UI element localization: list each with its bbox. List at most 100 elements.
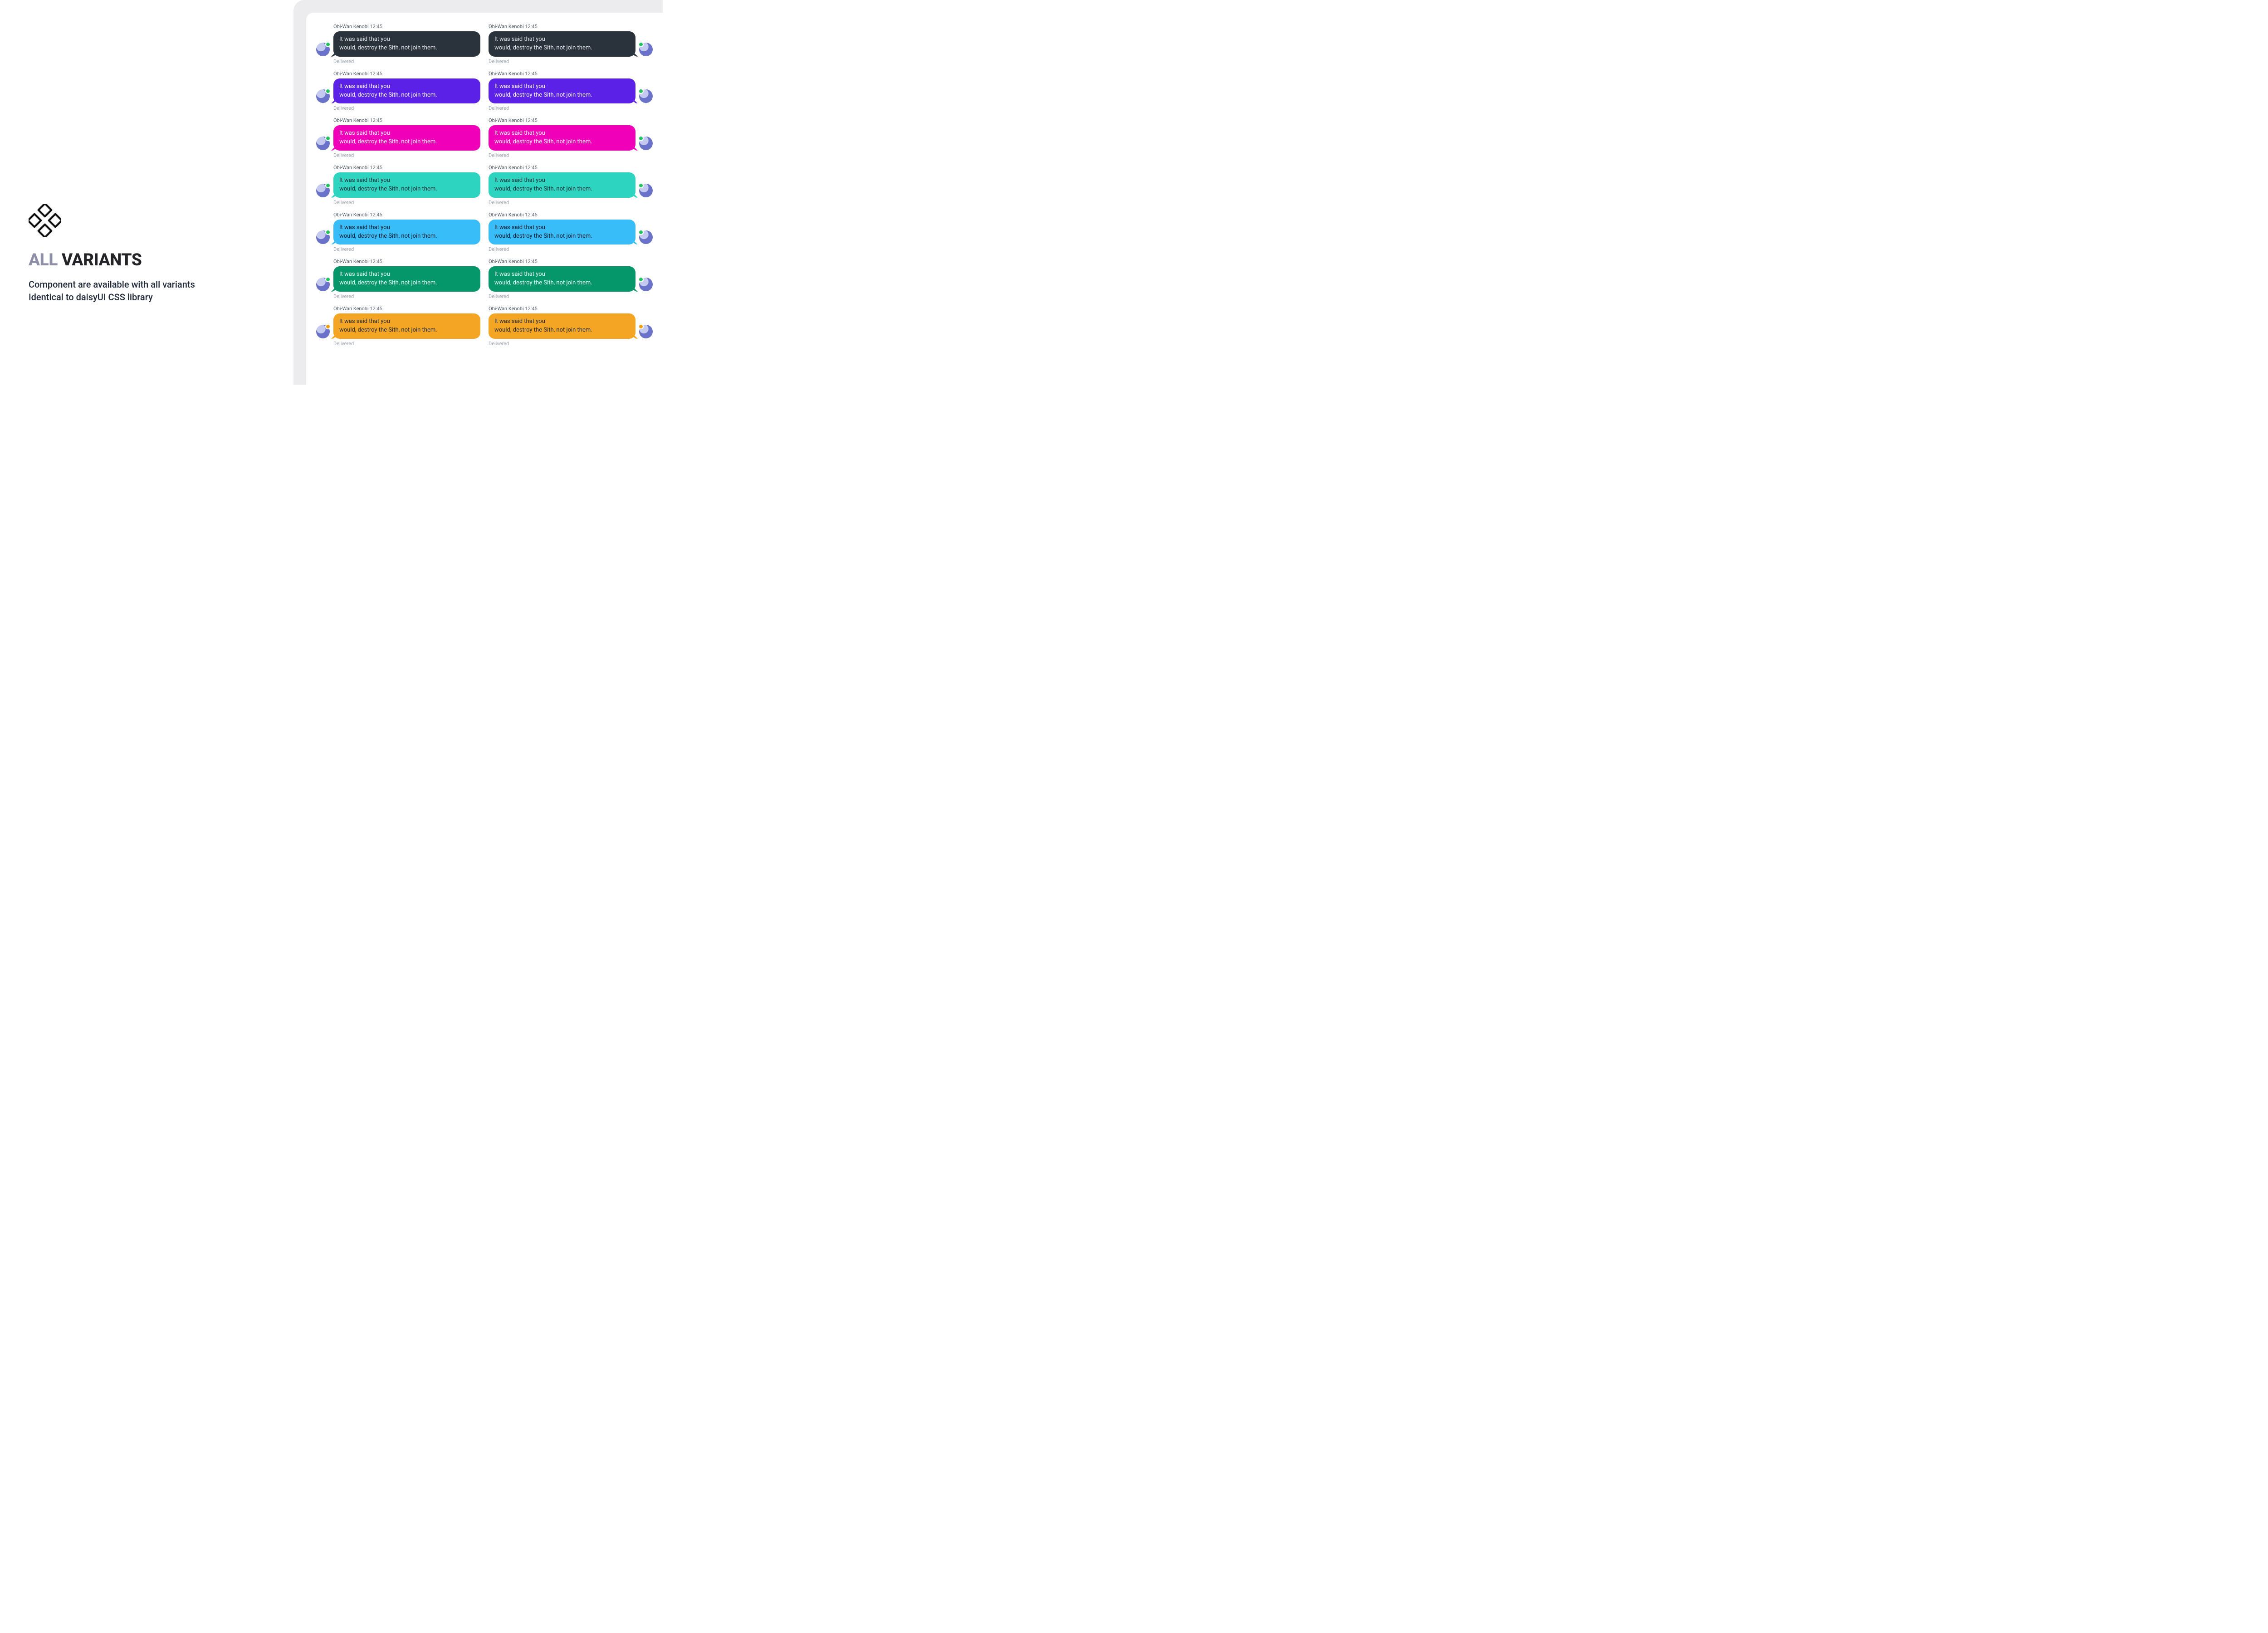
chat-time: 12:45 (370, 117, 382, 123)
chat-meta: Obi-Wan Kenobi 12:45 (333, 306, 480, 312)
title-word-variants: VARIANTS (62, 250, 142, 270)
chat-line-1: It was said that you (339, 130, 390, 137)
hero-text-block: ALL VARIANTS Component are available wit… (29, 204, 264, 303)
chat-author: Obi-Wan Kenobi (489, 24, 524, 29)
chat-line-2: would, destroy the Sith, not join them. (494, 186, 592, 192)
avatar (316, 137, 330, 150)
chat-line-2: would, destroy the Sith, not join them. (494, 92, 592, 98)
avatar (316, 89, 330, 103)
chat-bubble-warning: It was said that youwould, destroy the S… (489, 313, 635, 339)
chat-stack: Obi-Wan Kenobi 12:45 It was said that you… (333, 259, 480, 299)
chat-warning-end: Obi-Wan Kenobi 12:45It was said that you… (489, 306, 653, 347)
chat-author: Obi-Wan Kenobi (489, 306, 524, 312)
chat-bubble-accent: It was said that you would, destroy the S… (333, 172, 480, 198)
chat-line-2: would, destroy the Sith, not join them. (339, 279, 437, 286)
chat-bubble-success: It was said that youwould, destroy the S… (333, 266, 480, 292)
chat-meta: Obi-Wan Kenobi 12:45 (333, 259, 480, 264)
chat-secondary-start: Obi-Wan Kenobi 12:45It was said that you… (316, 117, 480, 158)
chat-line-2: would, destroy the Sith, not join them. (494, 327, 592, 333)
chat-bubble-info: It was said that youwould, destroy the S… (333, 220, 480, 245)
chat-line-2: would, destroy the Sith, not join them. (339, 138, 437, 145)
page-canvas: ALL VARIANTS Component are available wit… (0, 0, 663, 385)
chat-line-1: It was said that you (494, 130, 545, 137)
avatar (316, 184, 330, 197)
chat-info-start: Obi-Wan Kenobi 12:45 It was said that you… (316, 212, 480, 253)
chat-author: Obi-Wan Kenobi (489, 165, 524, 171)
subtitle-line-1: Component are available with all variant… (29, 279, 195, 290)
avatar (639, 184, 653, 197)
chat-meta: Obi-Wan Kenobi 12:45 (489, 259, 635, 264)
chat-bubble-success: It was said that youwould, destroy the S… (489, 266, 635, 292)
chat-status: Delivered (333, 59, 480, 64)
chat-time: 12:45 (370, 306, 382, 312)
chat-status: Delivered (333, 341, 480, 347)
chat-meta: Obi-Wan Kenobi 12:45 (489, 71, 635, 77)
chat-status: Delivered (489, 246, 635, 252)
chat-line-1: It was said that you (339, 271, 390, 278)
chat-meta: Obi-Wan Kenobi 12:45 (333, 71, 480, 77)
avatar (639, 89, 653, 103)
chat-bubble-primary: It was said that you would, destroy the S… (333, 78, 480, 104)
chat-bubble-secondary: It was said that youwould, destroy the S… (489, 125, 635, 151)
chat-stack: Obi-Wan Kenobi 12:45 It was said that you… (489, 259, 635, 299)
page-title: ALL VARIANTS (29, 251, 264, 270)
chat-line-1: It was said that you (339, 36, 390, 43)
chat-line-2: would, destroy the Sith, not join them. (494, 44, 592, 51)
chat-meta: Obi-Wan Kenobi 12:45 (333, 165, 480, 171)
chat-time: 12:45 (525, 212, 537, 218)
chat-time: 12:45 (525, 306, 537, 312)
chat-time: 12:45 (525, 165, 537, 171)
chat-status: Delivered (333, 200, 480, 205)
chat-status: Delivered (489, 105, 635, 111)
chat-time: 12:45 (525, 259, 537, 264)
chat-bubble-primary: It was said that youwould, destroy the S… (489, 78, 635, 104)
chat-bubble-info: It was said that youwould, destroy the S… (489, 220, 635, 245)
chat-stack: Obi-Wan Kenobi 12:45 It was said that you… (333, 306, 480, 347)
chat-time: 12:45 (370, 212, 382, 218)
chat-meta: Obi-Wan Kenobi 12:45 (489, 117, 635, 123)
chat-time: 12:45 (525, 117, 537, 123)
avatar (639, 137, 653, 150)
chat-meta: Obi-Wan Kenobi 12:45 (489, 212, 635, 218)
chat-accent-end: Obi-Wan Kenobi 12:45 It was said that you… (489, 165, 653, 205)
chat-status: Delivered (333, 293, 480, 299)
avatar (639, 278, 653, 291)
chat-time: 12:45 (525, 71, 537, 77)
chat-status: Delivered (489, 152, 635, 158)
chat-author: Obi-Wan Kenobi (489, 212, 524, 218)
chat-line-1: It was said that you (339, 177, 390, 184)
preview-surface: Obi-Wan Kenobi 12:45 It was said that you… (306, 13, 663, 385)
title-word-all: ALL (29, 250, 62, 270)
chat-meta: Obi-Wan Kenobi 12:45 (489, 165, 635, 171)
chat-neutral-start: Obi-Wan Kenobi 12:45It was said that you… (316, 24, 480, 64)
page-subtitle: Component are available with all variant… (29, 278, 264, 303)
avatar (316, 325, 330, 338)
chat-info-end: Obi-Wan Kenobi 12:45 It was said that you… (489, 212, 653, 253)
chat-bubble-neutral: It was said that youwould, destroy the S… (333, 31, 480, 57)
chat-stack: Obi-Wan Kenobi 12:45 It was said that you… (489, 117, 635, 158)
chat-status: Delivered (489, 59, 635, 64)
chat-line-2: would, destroy the Sith, not join them. (339, 327, 437, 333)
chat-status: Delivered (489, 200, 635, 205)
chat-line-2: would, destroy the Sith, not join them. (339, 44, 437, 51)
chat-status: Delivered (489, 293, 635, 299)
chat-status: Delivered (333, 105, 480, 111)
chat-stack: Obi-Wan Kenobi 12:45It was said that you… (333, 165, 480, 205)
chat-accent-start: Obi-Wan Kenobi 12:45It was said that you… (316, 165, 480, 205)
chat-line-1: It was said that you (339, 318, 390, 325)
chat-line-2: would, destroy the Sith, not join them. (494, 138, 592, 145)
chat-stack: Obi-Wan Kenobi 12:45It was said that you… (489, 71, 635, 112)
avatar (639, 325, 653, 338)
chat-stack: Obi-Wan Kenobi 12:45It was said that you… (333, 24, 480, 64)
chat-time: 12:45 (370, 71, 382, 77)
chat-status: Delivered (333, 152, 480, 158)
avatar (639, 230, 653, 244)
chat-author: Obi-Wan Kenobi (333, 212, 369, 218)
chat-bubble-neutral: It was said that youwould, destroy the S… (489, 31, 635, 57)
chat-line-1: It was said that you (339, 83, 390, 90)
chat-meta: Obi-Wan Kenobi 12:45 (333, 212, 480, 218)
chat-line-2: would, destroy the Sith, not join them. (339, 92, 437, 98)
chat-line-1: It was said that you (494, 177, 545, 184)
chat-line-2: would, destroy the Sith, not join them. (494, 279, 592, 286)
chat-line-2: would, destroy the Sith, not join them. (339, 186, 437, 192)
